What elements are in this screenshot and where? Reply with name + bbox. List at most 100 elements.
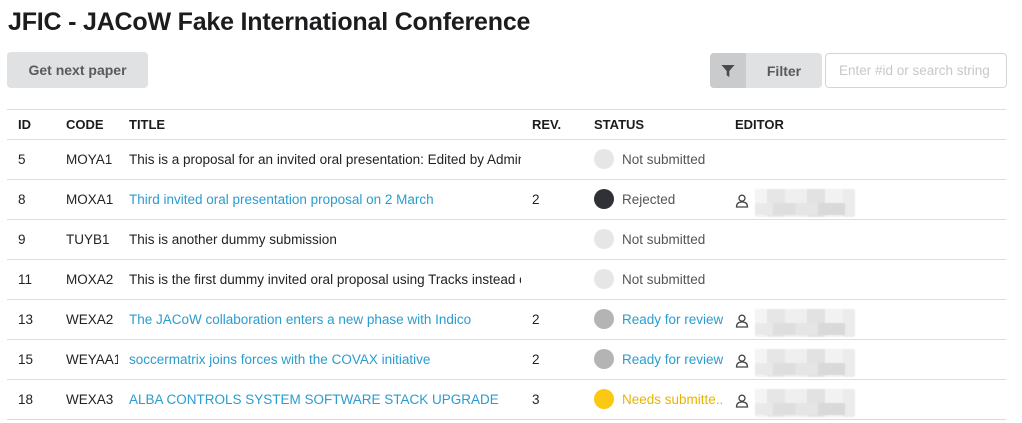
table-row[interactable]: 13 WEXA2 The JACoW collaboration enters a …: [7, 299, 1006, 340]
papers-table: ID CODE TITLE REV. STATUS EDITOR 5 MOYA1 T…: [7, 109, 1006, 420]
page-title: JFIC - JACoW Fake International Conferen…: [8, 8, 531, 36]
paper-title-cell: Third invited oral presentation proposal…: [118, 179, 521, 220]
filter-icon: [710, 53, 746, 88]
status-cell: Ready for review: [583, 299, 724, 340]
status-badge: Not submitted: [594, 148, 724, 169]
table-row[interactable]: 9 TUYB1 This is another dummy submission No…: [7, 219, 1006, 260]
paper-title-cell: The JACoW collaboration enters a new pha…: [118, 299, 521, 340]
editor: [735, 183, 1006, 217]
paper-id: 11: [7, 259, 55, 300]
get-next-paper-button[interactable]: Get next paper: [7, 52, 148, 88]
paper-title-cell: soccermatrix joins forces with the COVAX…: [118, 339, 521, 380]
paper-title-link[interactable]: Third invited oral presentation proposal…: [129, 192, 434, 207]
status-badge: Ready for review: [594, 348, 724, 369]
status-cell: Not submitted: [583, 139, 724, 180]
filter-label: Filter: [766, 62, 802, 79]
paper-code: WEYAA1: [55, 339, 118, 380]
status-badge: Ready for review: [594, 308, 724, 329]
status-badge: Needs submitte...: [594, 388, 724, 409]
table-row[interactable]: 5 MOYA1 This is a proposal for an invited …: [7, 139, 1006, 180]
paper-title-link[interactable]: soccermatrix joins forces with the COVAX…: [129, 352, 430, 367]
paper-title-cell: This is another dummy submission: [118, 219, 521, 260]
column-header-rev[interactable]: REV.: [521, 109, 583, 140]
status-dot-icon: [594, 388, 614, 409]
search-input[interactable]: [825, 53, 1007, 88]
column-header-code[interactable]: CODE: [55, 109, 118, 140]
paper-code: WEXA2: [55, 299, 118, 340]
paper-title-cell: This is the first dummy invited oral pro…: [118, 259, 521, 300]
table-row[interactable]: 8 MOXA1 Third invited oral presentation pr…: [7, 179, 1006, 220]
paper-title-link[interactable]: ALBA CONTROLS SYSTEM SOFTWARE STACK UPGR…: [129, 392, 499, 407]
paper-code: MOXA1: [55, 179, 118, 220]
status-dot-icon: [594, 188, 614, 209]
status-text: Ready for review: [622, 352, 724, 367]
status-cell: Ready for review: [583, 339, 724, 380]
user-icon: [735, 394, 749, 408]
paper-revision: [521, 219, 583, 260]
status-badge: Not submitted: [594, 228, 724, 249]
status-cell: Needs submitte...: [583, 379, 724, 420]
status-dot-icon: [594, 228, 614, 249]
editor-cell: [724, 299, 1006, 340]
editor-cell: [724, 139, 1006, 180]
filter-button[interactable]: Filter: [710, 53, 822, 88]
status-cell: Not submitted: [583, 259, 724, 300]
paper-title-cell: ALBA CONTROLS SYSTEM SOFTWARE STACK UPGR…: [118, 379, 521, 420]
paper-title: This is a proposal for an invited oral p…: [129, 152, 521, 167]
editor-cell: [724, 339, 1006, 380]
paper-code: TUYB1: [55, 219, 118, 260]
status-cell: Rejected: [583, 179, 724, 220]
paper-id: 13: [7, 299, 55, 340]
table-header-row: ID CODE TITLE REV. STATUS EDITOR: [7, 109, 1006, 140]
paper-code: WEXA3: [55, 379, 118, 420]
table-row[interactable]: 11 MOXA2 This is the first dummy invited o…: [7, 259, 1006, 300]
editor-name-redacted: [755, 308, 855, 337]
editor-cell: [724, 219, 1006, 260]
paper-revision: [521, 139, 583, 180]
paper-id: 5: [7, 139, 55, 180]
status-text: Not submitted: [622, 152, 706, 167]
column-header-id[interactable]: ID: [7, 109, 55, 140]
paper-title-cell: This is a proposal for an invited oral p…: [118, 139, 521, 180]
editor: [735, 343, 1006, 377]
paper-code: MOYA1: [55, 139, 118, 180]
editor-name-redacted: [755, 348, 855, 377]
status-text: Ready for review: [622, 312, 724, 327]
table-row[interactable]: 15 WEYAA1 soccermatrix joins forces with t…: [7, 339, 1006, 380]
table-row[interactable]: 18 WEXA3 ALBA CONTROLS SYSTEM SOFTWARE STA…: [7, 379, 1006, 420]
paper-title-link[interactable]: The JACoW collaboration enters a new pha…: [129, 312, 471, 327]
paper-revision: 2: [521, 299, 583, 340]
editor-name-redacted: [755, 188, 855, 217]
paper-title: This is the first dummy invited oral pro…: [129, 272, 521, 287]
column-header-title[interactable]: TITLE: [118, 109, 521, 140]
paper-id: 8: [7, 179, 55, 220]
status-cell: Not submitted: [583, 219, 724, 260]
column-header-editor[interactable]: EDITOR: [724, 109, 1006, 140]
status-dot-icon: [594, 148, 614, 169]
paper-revision: 3: [521, 379, 583, 420]
editor-cell: [724, 259, 1006, 300]
user-icon: [735, 194, 749, 208]
editor-cell: [724, 179, 1006, 220]
status-dot-icon: [594, 268, 614, 289]
paper-title: This is another dummy submission: [129, 232, 337, 247]
editor: [735, 383, 1006, 417]
paper-code: MOXA2: [55, 259, 118, 300]
status-text: Rejected: [622, 192, 676, 207]
status-badge: Rejected: [594, 188, 724, 209]
paper-revision: [521, 259, 583, 300]
editor: [735, 303, 1006, 337]
column-header-status[interactable]: STATUS: [583, 109, 724, 140]
status-badge: Not submitted: [594, 268, 724, 289]
editor-cell: [724, 379, 1006, 420]
paper-revision: 2: [521, 339, 583, 380]
status-dot-icon: [594, 308, 614, 329]
status-text: Not submitted: [622, 272, 706, 287]
status-dot-icon: [594, 348, 614, 369]
paper-id: 15: [7, 339, 55, 380]
paper-id: 9: [7, 219, 55, 260]
user-icon: [735, 314, 749, 328]
paper-revision: 2: [521, 179, 583, 220]
editor-name-redacted: [755, 388, 855, 417]
status-text: Not submitted: [622, 232, 706, 247]
